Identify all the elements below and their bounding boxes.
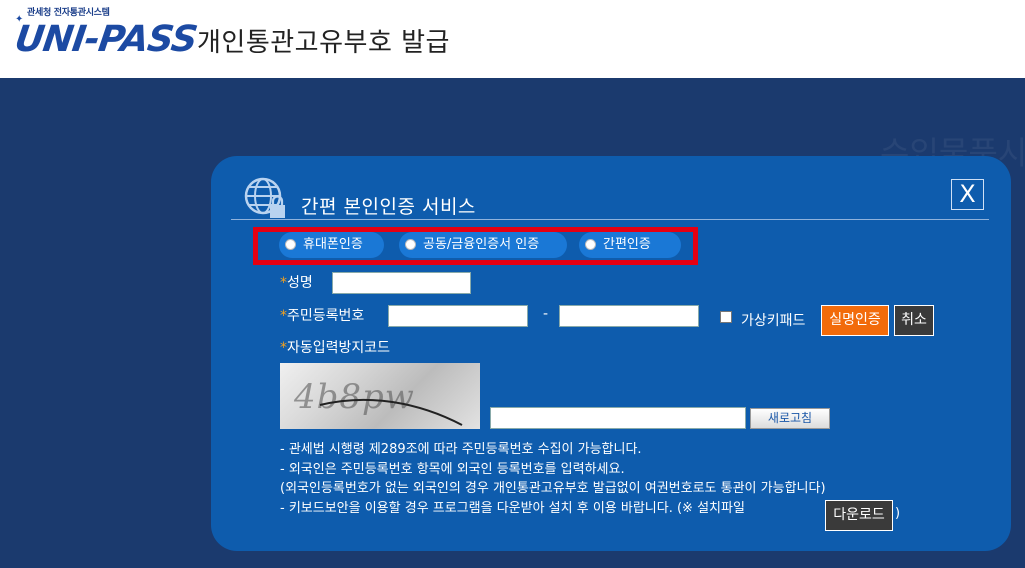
required-mark: * xyxy=(280,340,287,356)
logo-subtitle: 관세청 전자통관시스템 xyxy=(27,8,110,18)
name-input[interactable] xyxy=(332,272,471,294)
cancel-button[interactable]: 취소 xyxy=(894,305,934,336)
auth-option-label: 간편인증 xyxy=(603,237,651,252)
page-title: 개인통관고유부호 발급 xyxy=(197,28,450,58)
captcha-noise-line xyxy=(319,398,463,426)
radio-icon[interactable] xyxy=(405,239,416,250)
rrn-first-input[interactable] xyxy=(388,305,528,327)
virtual-keypad-checkbox[interactable] xyxy=(720,311,732,323)
auth-option-label: 공동/금융인증서 인증 xyxy=(423,237,540,252)
rrn-label: *주민등록번호 xyxy=(280,308,365,324)
globe-lock-icon xyxy=(244,177,285,218)
captcha-label: *자동입력방지코드 xyxy=(280,340,391,356)
auth-option-simple[interactable]: 간편인증 xyxy=(579,232,681,258)
notice-item: - 키보드보안을 이용할 경우 프로그램을 다운받아 설치 후 이용 바랍니다.… xyxy=(280,500,745,516)
download-button[interactable]: 다운로드 xyxy=(825,500,893,531)
notice-item: - 관세법 시행령 제289조에 따라 주민등록번호 수집이 가능합니다. xyxy=(280,442,642,457)
refresh-captcha-button[interactable]: 새로고침 xyxy=(750,408,830,429)
notice-item: - 외국인은 주민등록번호 항목에 외국인 등록번호를 입력하세요. xyxy=(280,461,625,477)
radio-icon[interactable] xyxy=(585,239,596,250)
dialog-title: 간편 본인인증 서비스 xyxy=(301,196,476,218)
name-label: *성명 xyxy=(280,275,313,291)
notice-suffix: ) xyxy=(895,506,901,521)
notice-item: (외국인등록번호가 없는 외국인의 경우 개인통관고유부호 발급없이 여권번호로… xyxy=(280,481,826,496)
radio-icon[interactable] xyxy=(285,239,296,250)
auth-option-phone[interactable]: 휴대폰인증 xyxy=(279,232,384,258)
captcha-image: 4b8pw xyxy=(280,363,480,429)
auth-option-label: 휴대폰인증 xyxy=(303,237,363,252)
required-mark: * xyxy=(280,275,287,291)
notice-list: - 관세법 시행령 제289조에 따라 주민등록번호 수집이 가능합니다. - … xyxy=(280,440,826,518)
close-button[interactable]: X xyxy=(951,179,984,210)
verify-name-button[interactable]: 실명인증 xyxy=(821,305,889,336)
required-mark: * xyxy=(280,308,287,324)
virtual-keypad-label: 가상키패드 xyxy=(741,313,806,329)
unipass-logo[interactable]: UNI-PASS xyxy=(12,18,199,62)
auth-option-certificate[interactable]: 공동/금융인증서 인증 xyxy=(399,232,567,258)
header-divider xyxy=(231,219,989,220)
captcha-input[interactable] xyxy=(490,407,746,429)
rrn-separator: - xyxy=(543,306,549,322)
dialog-header: 간편 본인인증 서비스 X xyxy=(211,156,1011,220)
rrn-second-input[interactable] xyxy=(559,305,699,327)
header-bar: ✦ 관세청 전자통관시스템 UNI-PASS 개인통관고유부호 발급 xyxy=(0,0,1025,78)
auth-dialog: 간편 본인인증 서비스 X 휴대폰인증 공동/금융인증서 인증 간편인증 *성명… xyxy=(211,156,1011,551)
